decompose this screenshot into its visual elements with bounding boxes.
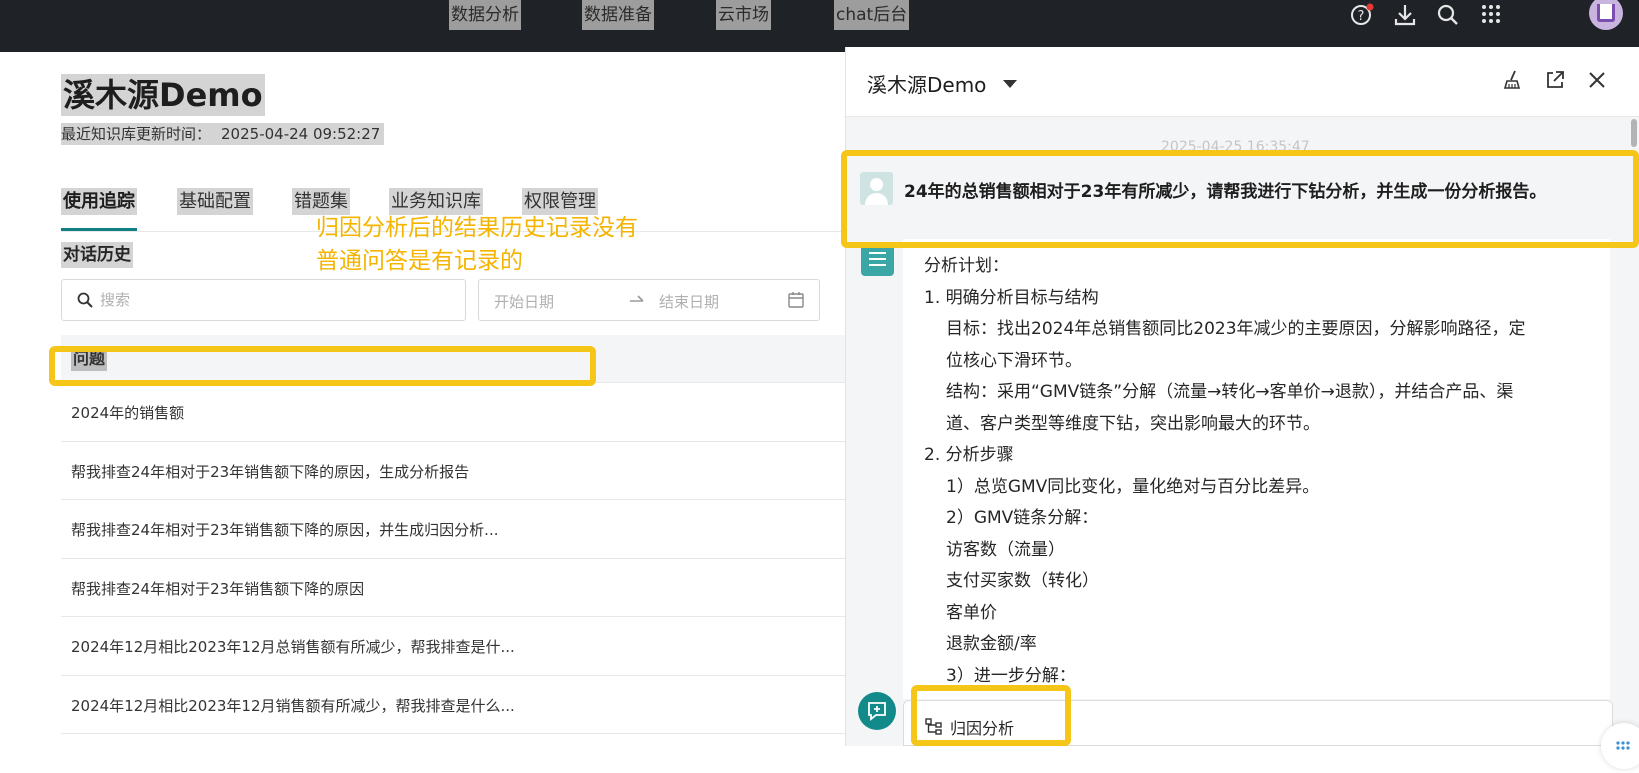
bot-message-line: 2）GMV链条分解： — [946, 508, 1099, 528]
apps-grid-icon[interactable] — [1478, 2, 1504, 28]
download-icon[interactable] — [1392, 2, 1418, 28]
chat-panel-title[interactable]: 溪木源Demo — [867, 69, 986, 98]
row-question: 2024年12月相比2023年12月总销售额有所减少，帮我排查是什... — [71, 638, 515, 656]
table-row[interactable]: 2024年12月相比2023年12月销售额有所减少，帮我排查是什么... — [61, 676, 845, 734]
annotation-highlight-table-header — [49, 346, 596, 386]
top-icons: ? — [1339, 0, 1639, 30]
top-bar: 数据分析 数据准备 云市场 chat后台 ? — [0, 0, 1639, 52]
scrollbar-thumb[interactable] — [1631, 119, 1637, 147]
kb-update-label: 最近知识库更新时间： — [61, 125, 212, 143]
table-row[interactable]: 帮我排查24年相对于23年销售额下降的原因，生成分析报告 — [61, 442, 845, 500]
bot-message-line: 访客数（流量） — [946, 539, 1065, 560]
bot-message-line: 目标：找出2024年总销售额同比2023年减少的主要原因，分解影响路径，定 — [946, 319, 1526, 339]
annotation-line-2: 普通问答是有记录的 — [316, 248, 523, 274]
chat-panel-header: 溪木源Demo — [846, 47, 1639, 117]
nav-item-chat-admin[interactable]: chat后台 — [834, 0, 910, 30]
row-question: 2024年12月相比2023年12月销售额有所减少，帮我排查是什么... — [71, 696, 515, 715]
search-icon — [77, 292, 93, 308]
date-start-input[interactable]: 开始日期 — [494, 291, 554, 312]
new-chat-button[interactable] — [858, 692, 896, 730]
table-row[interactable]: 帮我排查24年相对于23年销售额下降的原因 — [61, 559, 845, 617]
tab-permissions[interactable]: 权限管理 — [522, 188, 598, 215]
bot-message-line: 1. 明确分析目标与结构 — [924, 287, 1099, 308]
date-range-picker[interactable]: 开始日期 结束日期 — [478, 279, 820, 321]
history-table: 问题 2024年的销售额 帮我排查24年相对于23年销售额下降的原因，生成分析报… — [61, 335, 845, 734]
bot-message-line: 分析计划： — [924, 256, 1009, 276]
bot-message-line: 支付买家数（转化） — [946, 571, 1099, 591]
chat-plus-icon — [868, 702, 886, 721]
row-question: 2024年的销售额 — [71, 404, 185, 422]
table-row[interactable]: 2024年12月相比2023年12月总销售额有所减少，帮我排查是什... — [61, 617, 845, 676]
active-tab-indicator — [61, 228, 137, 231]
section-title: 对话历史 — [61, 242, 133, 268]
annotation-highlight-user-message — [841, 150, 1639, 248]
table-row[interactable]: 帮我排查24年相对于23年销售额下降的原因，并生成归因分析... — [61, 500, 845, 559]
row-question: 帮我排查24年相对于23年销售额下降的原因，生成分析报告 — [71, 462, 470, 481]
page-title: 溪木源Demo — [61, 74, 265, 116]
open-external-icon[interactable] — [1544, 69, 1566, 91]
bot-message-line: 1）总览GMV同比变化，量化绝对与百分比差异。 — [946, 476, 1320, 497]
user-avatar[interactable] — [1589, 0, 1623, 30]
table-row[interactable]: 2024年的销售额 — [61, 383, 845, 442]
floating-menu-button[interactable] — [1601, 723, 1639, 769]
tab-error-set[interactable]: 错题集 — [292, 188, 350, 215]
close-icon[interactable] — [1586, 69, 1608, 91]
left-panel: 溪木源Demo 最近知识库更新时间： 2025-04-24 09:52:27 使用… — [0, 52, 845, 746]
annotation-note: 归因分析后的结果历史记录没有 普通问答是有记录的 — [316, 212, 638, 278]
nav-item-cloud-market[interactable]: 云市场 — [716, 0, 771, 30]
kb-update-value: 2025-04-24 09:52:27 — [221, 125, 381, 143]
svg-text:?: ? — [1358, 9, 1365, 24]
kb-update-time: 最近知识库更新时间： 2025-04-24 09:52:27 — [61, 123, 385, 145]
bot-message-card: 分析计划： 1. 明确分析目标与结构目标：找出2024年总销售额同比2023年减少… — [903, 239, 1610, 699]
search-input[interactable] — [100, 291, 440, 309]
search-icon[interactable] — [1435, 2, 1461, 28]
dots-grid-icon — [1616, 741, 1630, 750]
bot-message-line: 道、客户类型等维度下钻，突出影响最大的环节。 — [946, 413, 1320, 434]
date-end-input[interactable]: 结束日期 — [659, 291, 719, 312]
arrow-right-icon — [630, 295, 644, 302]
bot-message-line: 客单价 — [946, 602, 997, 623]
row-question: 帮我排查24年相对于23年销售额下降的原因，并生成归因分析... — [71, 521, 499, 539]
calendar-icon[interactable] — [787, 291, 805, 309]
nav-item-data-prep[interactable]: 数据准备 — [582, 0, 654, 30]
broom-clear-icon[interactable] — [1502, 69, 1524, 91]
tab-usage-tracking[interactable]: 使用追踪 — [61, 188, 137, 215]
bot-message-content: 分析计划： 1. 明确分析目标与结构目标：找出2024年总销售额同比2023年减少… — [924, 251, 1574, 692]
bot-message-line: 2. 分析步骤 — [924, 445, 1014, 465]
bot-message-line: 结构：采用“GMV链条”分解（流量→转化→客单价→退款），并结合产品、渠 — [946, 382, 1514, 402]
chevron-down-icon[interactable] — [1003, 80, 1017, 88]
search-field[interactable] — [61, 279, 466, 321]
bot-message-line: 位核心下滑环节。 — [946, 350, 1082, 371]
nav-item-data-analysis[interactable]: 数据分析 — [449, 0, 521, 30]
tab-basic-config[interactable]: 基础配置 — [177, 188, 253, 215]
annotation-highlight-attribution-button — [911, 685, 1071, 746]
annotation-line-1: 归因分析后的结果历史记录没有 — [316, 215, 638, 241]
bot-message-line: 退款金额/率 — [946, 634, 1037, 654]
help-icon[interactable]: ? — [1349, 2, 1375, 28]
row-question: 帮我排查24年相对于23年销售额下降的原因 — [71, 579, 365, 598]
tab-business-kb[interactable]: 业务知识库 — [389, 188, 483, 215]
